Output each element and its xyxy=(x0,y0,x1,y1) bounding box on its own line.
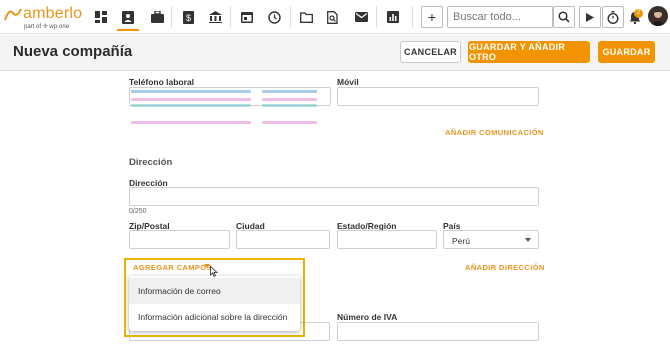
page-title: Nueva compañía xyxy=(13,43,133,60)
dashboard-icon[interactable] xyxy=(90,6,112,28)
address-field[interactable] xyxy=(129,187,539,206)
nav-divider xyxy=(412,6,413,28)
folder-icon[interactable] xyxy=(295,6,317,28)
add-communication-link[interactable]: AÑADIR COMUNICACIÓN xyxy=(445,128,544,137)
stopwatch-icon xyxy=(607,10,619,24)
stopwatch-button[interactable] xyxy=(602,6,624,28)
vat-number-label: Número de IVA xyxy=(337,312,398,322)
amberlo-logo[interactable]: amberlo part of ✢ wp·one xyxy=(4,5,88,31)
search-input[interactable] xyxy=(447,6,553,28)
history-icon[interactable] xyxy=(263,6,285,28)
reports-icon[interactable] xyxy=(382,6,404,28)
chevron-down-icon xyxy=(525,238,531,242)
nav-divider xyxy=(290,6,291,28)
search-icon xyxy=(558,11,570,23)
logo-mark-icon xyxy=(4,8,22,21)
add-address-link[interactable]: AÑADIR DIRECCIÓN xyxy=(465,263,545,272)
invoice-icon[interactable]: $ xyxy=(177,6,199,28)
briefcase-icon[interactable] xyxy=(146,6,168,28)
mobile-field[interactable] xyxy=(337,87,539,106)
add-fields-dropdown-menu: Información de correo Información adicio… xyxy=(129,276,300,331)
mail-icon[interactable] xyxy=(350,6,372,28)
play-icon xyxy=(586,12,594,22)
state-field[interactable] xyxy=(337,230,437,249)
cancel-button[interactable]: CANCELAR xyxy=(400,41,461,63)
menu-item-email-info[interactable]: Información de correo xyxy=(129,278,300,304)
mouse-cursor-icon xyxy=(210,266,218,277)
calendar-icon[interactable] xyxy=(236,6,258,28)
logo-text: amberlo xyxy=(23,5,83,22)
save-button[interactable]: GUARDAR xyxy=(598,41,655,63)
country-select[interactable]: Perú xyxy=(443,230,539,249)
logo-subtitle: part of ✢ wp·one xyxy=(24,24,70,30)
user-avatar[interactable] xyxy=(648,6,668,26)
mobile-label: Móvil xyxy=(337,77,359,87)
page-header: Nueva compañía CANCELAR GUARDAR Y AÑADIR… xyxy=(0,35,670,71)
document-search-icon[interactable] xyxy=(322,6,344,28)
svg-text:$: $ xyxy=(185,13,190,23)
top-navigation-bar: amberlo part of ✢ wp·one $ + Buscar todo… xyxy=(0,0,670,34)
play-timer-button[interactable] xyxy=(579,6,601,28)
nav-divider xyxy=(376,6,377,28)
zip-field[interactable] xyxy=(129,230,230,249)
add-new-button[interactable]: + xyxy=(421,6,443,28)
address-section-title: Dirección xyxy=(129,157,173,168)
search-button[interactable] xyxy=(553,6,575,28)
city-field[interactable] xyxy=(236,230,330,249)
notification-badge: 2 xyxy=(634,9,643,18)
country-value: Perú xyxy=(452,236,470,246)
menu-item-additional-address-info[interactable]: Información adicional sobre la dirección xyxy=(129,304,300,330)
work-phone-label: Teléfono laboral xyxy=(129,77,195,87)
bank-icon[interactable] xyxy=(204,6,226,28)
vat-number-field[interactable] xyxy=(337,322,539,341)
contacts-icon[interactable] xyxy=(117,6,139,31)
nav-divider xyxy=(230,6,231,28)
nav-divider xyxy=(171,6,172,28)
save-and-add-another-button[interactable]: GUARDAR Y AÑADIR OTRO xyxy=(468,41,590,63)
address-char-counter: 0/250 xyxy=(129,208,147,215)
